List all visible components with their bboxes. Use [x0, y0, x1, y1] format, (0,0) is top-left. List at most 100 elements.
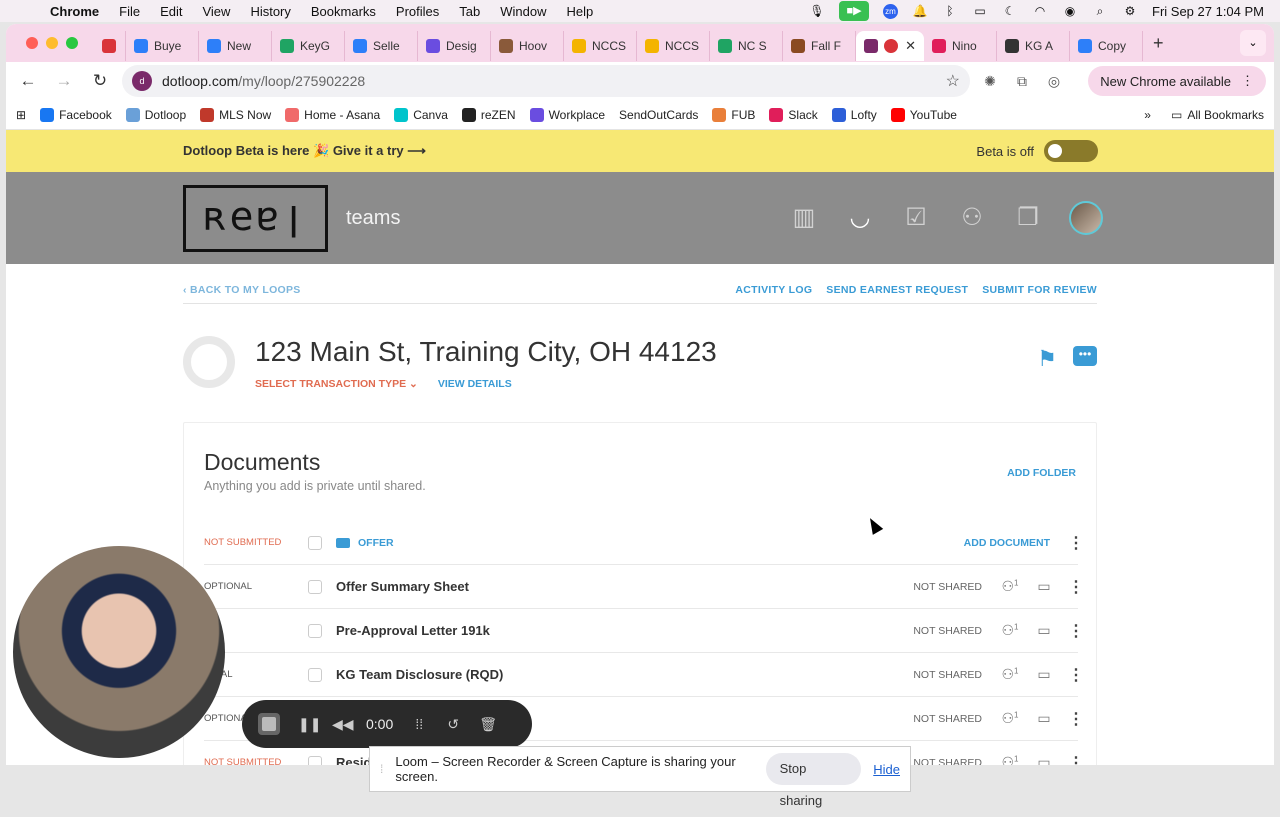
moon-icon[interactable]: ☾	[1002, 4, 1018, 18]
chrome-menu-icon[interactable]: ⋮	[1241, 73, 1254, 89]
stop-sharing-button[interactable]: Stop sharing	[765, 753, 862, 808]
bookmark-1[interactable]: Dotloop	[125, 107, 186, 122]
document-name[interactable]: Offer Summary Sheet	[336, 579, 469, 594]
spotlight-icon[interactable]: ⌕	[1092, 4, 1108, 18]
new-chrome-available-button[interactable]: New Chrome available ⋮	[1088, 66, 1266, 96]
menu-tab[interactable]: Tab	[449, 4, 490, 19]
extension-icon[interactable]: ✺	[978, 73, 1002, 90]
bookmark-5[interactable]: reZEN	[461, 107, 516, 122]
menu-history[interactable]: History	[240, 4, 300, 19]
tab-7[interactable]: NCCS	[564, 31, 637, 61]
tab-3[interactable]: KeyG	[272, 31, 345, 61]
tab-8[interactable]: NCCS	[637, 31, 710, 61]
table-row[interactable]: IONALKG Team Disclosure (RQD)NOT SHARED⚇…	[204, 653, 1084, 697]
tab-13[interactable]: KG A	[997, 31, 1070, 61]
bookmark-9[interactable]: Slack	[769, 107, 818, 122]
comment-icon[interactable]: ▭	[1034, 710, 1054, 727]
activity-log-link[interactable]: ACTIVITY LOG	[735, 284, 812, 296]
menu-edit[interactable]: Edit	[150, 4, 192, 19]
templates-icon[interactable]: ❐	[1013, 203, 1043, 233]
people-icon[interactable]: ⚇1	[1000, 578, 1020, 595]
microphone-icon[interactable]: 🎙	[809, 4, 825, 18]
bookmark-10[interactable]: Lofty	[831, 107, 877, 122]
document-more-icon[interactable]: ⋮	[1068, 665, 1084, 685]
document-more-icon[interactable]: ⋮	[1068, 753, 1084, 766]
view-details-link[interactable]: VIEW DETAILS	[438, 378, 512, 390]
table-row[interactable]: OPTIONAL Offer Summary Sheet NOT SHARED ⚇1 ▭…	[204, 565, 1084, 609]
document-name[interactable]: Pre-Approval Letter 191k	[336, 623, 490, 638]
tab-2[interactable]: New	[199, 31, 272, 61]
stop-recording-button[interactable]	[258, 713, 280, 735]
drag-handle-icon[interactable]: ⁞⁞	[411, 716, 427, 732]
wifi-icon[interactable]: ◠	[1032, 4, 1048, 18]
people-icon[interactable]: ⚇1	[1000, 710, 1020, 727]
notification-icon[interactable]: 🔔	[912, 4, 928, 18]
webcam-bubble[interactable]	[13, 546, 225, 758]
back-button[interactable]: ←	[14, 67, 42, 95]
close-tab-icon[interactable]: ✕	[905, 38, 916, 54]
flag-icon[interactable]: ⚑	[1037, 346, 1057, 372]
document-name[interactable]: Resid	[336, 755, 371, 765]
bookmark-11[interactable]: YouTube	[890, 107, 957, 122]
menu-help[interactable]: Help	[557, 4, 604, 19]
tab-12[interactable]: Nino	[924, 31, 997, 61]
menu-window[interactable]: Window	[490, 4, 556, 19]
trash-icon[interactable]: 🗑	[479, 716, 497, 733]
menu-app-chrome[interactable]: Chrome	[40, 4, 109, 19]
extensions-puzzle-icon[interactable]: ⧉	[1010, 73, 1034, 90]
add-folder-button[interactable]: ADD FOLDER	[1007, 467, 1076, 479]
reports-icon[interactable]: ▥	[789, 203, 819, 233]
tab-5[interactable]: Desig	[418, 31, 491, 61]
hide-link[interactable]: Hide	[873, 762, 900, 777]
tab-4[interactable]: Selle	[345, 31, 418, 61]
document-more-icon[interactable]: ⋮	[1068, 709, 1084, 729]
tab-10[interactable]: Fall F	[783, 31, 856, 61]
tab-14[interactable]: Copy	[1070, 31, 1143, 61]
menu-profiles[interactable]: Profiles	[386, 4, 449, 19]
bookmark-2[interactable]: MLS Now	[200, 107, 271, 122]
tab-0[interactable]	[92, 31, 126, 61]
comment-icon[interactable]: ▭	[1034, 666, 1054, 683]
table-row[interactable]: Pre-Approval Letter 191k NOT SHARED ⚇1 ▭ ⋮	[204, 609, 1084, 653]
chat-icon[interactable]: •••	[1073, 346, 1097, 366]
bookmark-0[interactable]: Facebook	[40, 107, 112, 122]
folder-checkbox[interactable]	[308, 535, 322, 550]
submit-for-review-link[interactable]: SUBMIT FOR REVIEW	[982, 284, 1097, 296]
document-more-icon[interactable]: ⋮	[1068, 577, 1084, 597]
close-window-button[interactable]	[26, 37, 38, 49]
battery-icon[interactable]: ▭	[972, 4, 988, 18]
add-document-button[interactable]: ADD DOCUMENT	[964, 537, 1050, 549]
document-checkbox[interactable]	[308, 667, 322, 682]
all-bookmarks[interactable]: ▭ All Bookmarks	[1171, 108, 1264, 122]
transaction-type-dropdown[interactable]: SELECT TRANSACTION TYPE ⌄	[255, 378, 418, 390]
brand-logo[interactable]: ʀeɐן	[183, 184, 328, 252]
menu-view[interactable]: View	[192, 4, 240, 19]
tab-9[interactable]: NC S	[710, 31, 783, 61]
more-bookmarks-icon[interactable]: »	[1144, 108, 1151, 122]
site-info-icon[interactable]: d	[132, 71, 152, 91]
apps-grid-icon[interactable]: ⊞	[16, 108, 26, 122]
user-switch-icon[interactable]: ◉	[1062, 4, 1078, 18]
tab-1[interactable]: Buye	[126, 31, 199, 61]
reload-button[interactable]: ↻	[86, 67, 114, 95]
address-bar[interactable]: d dotloop.com/my/loop/275902228 ☆	[122, 65, 970, 97]
tab-6[interactable]: Hoov	[491, 31, 564, 61]
document-name[interactable]: KG Team Disclosure (RQD)	[336, 667, 503, 682]
comment-icon[interactable]: ▭	[1034, 578, 1054, 595]
comment-icon[interactable]: ▭	[1034, 754, 1054, 765]
people-icon[interactable]: ⚇1	[1000, 622, 1020, 639]
contacts-icon[interactable]: ⚇	[957, 203, 987, 233]
back-to-loops-link[interactable]: ‹ BACK TO MY LOOPS	[183, 284, 301, 296]
people-icon[interactable]: ⚇1	[1000, 666, 1020, 683]
pause-icon[interactable]: ❚❚	[298, 716, 321, 733]
bookmark-7[interactable]: SendOutCards	[619, 108, 698, 122]
document-checkbox[interactable]	[308, 623, 322, 638]
bookmark-star-icon[interactable]: ☆	[946, 71, 960, 91]
document-checkbox[interactable]	[308, 579, 322, 594]
comment-icon[interactable]: ▭	[1034, 622, 1054, 639]
avatar[interactable]	[1069, 201, 1103, 235]
minimize-window-button[interactable]	[46, 37, 58, 49]
people-icon[interactable]: ⚇1	[1000, 754, 1020, 765]
folder-more-icon[interactable]: ⋮	[1068, 533, 1084, 553]
send-earnest-request-link[interactable]: SEND EARNEST REQUEST	[826, 284, 968, 296]
